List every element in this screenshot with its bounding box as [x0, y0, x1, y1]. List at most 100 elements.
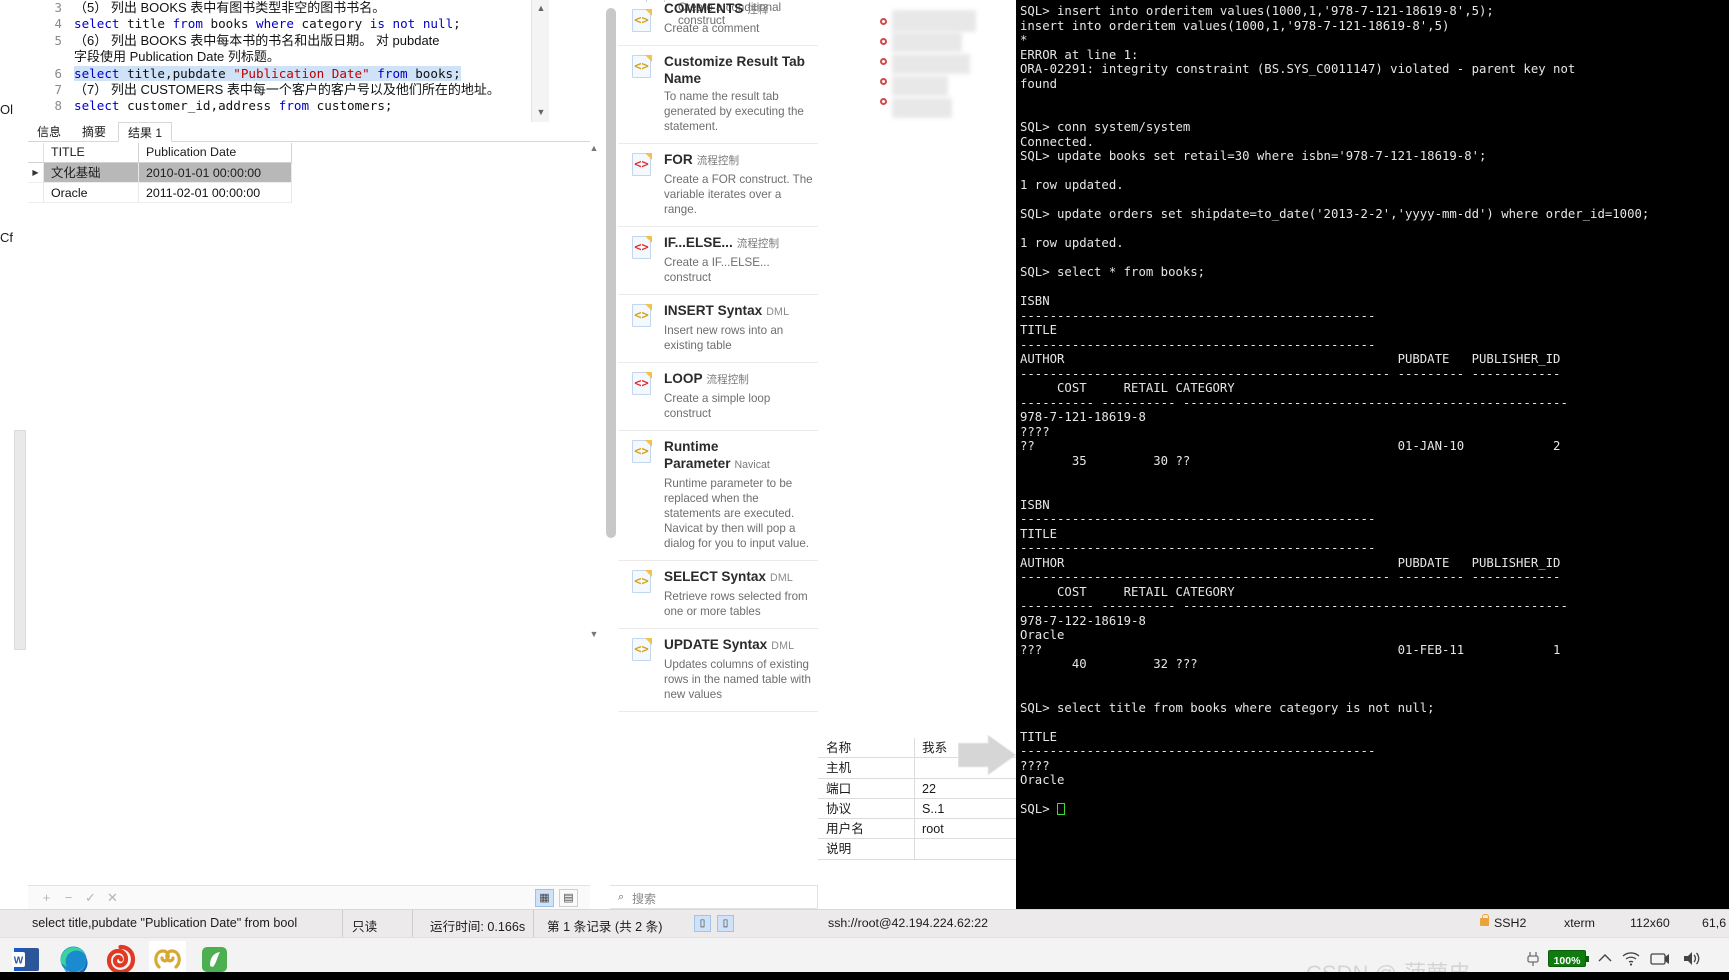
snippet-item[interactable]: <> LOOP 流程控制 Create a simple loop construct: [618, 363, 818, 431]
grid-view-button[interactable]: ▦: [535, 889, 554, 907]
tab-summary[interactable]: 摘要: [73, 122, 115, 142]
battery-indicator[interactable]: 100%: [1548, 950, 1589, 967]
terminal-output[interactable]: SQL> insert into orderitem values(1000,1…: [1016, 0, 1729, 817]
snippet-title: UPDATE Syntax DML: [664, 637, 795, 652]
connection-detail-key: 说明: [818, 839, 915, 859]
grid-header-row: TITLE Publication Date: [28, 143, 548, 163]
code-text[interactable]: （6） 列出 BOOKS 表中每本书的书名和出版日期。 对 pubdate: [74, 33, 440, 48]
code-line[interactable]: 4 select title from books where category …: [28, 16, 590, 32]
code-text[interactable]: select customer_id,address from customer…: [74, 98, 392, 113]
connection-detail-row[interactable]: 端口 22: [818, 778, 1016, 799]
wifi-icon[interactable]: [1621, 950, 1641, 967]
code-text[interactable]: select title from books where category i…: [74, 16, 461, 31]
snippet-tag: DML: [769, 572, 793, 584]
code-line[interactable]: 3 （5） 列出 BOOKS 表中有图书类型非空的图书书名。: [28, 0, 590, 16]
column-header-title[interactable]: TITLE: [44, 143, 139, 163]
connection-detail-value[interactable]: S..1: [915, 799, 1016, 818]
code-line[interactable]: 5 （6） 列出 BOOKS 表中每本书的书名和出版日期。 对 pubdate: [28, 33, 590, 49]
snippet-item[interactable]: <> UPDATE Syntax DML Updates columns of exi…: [618, 629, 818, 712]
code-text[interactable]: 字段使用 Publication Date 列标题。: [74, 49, 280, 64]
sql-editor[interactable]: 3 （5） 列出 BOOKS 表中有图书类型非空的图书书名。 4 select tit…: [28, 0, 590, 130]
confirm-record-button[interactable]: ✓: [82, 889, 99, 906]
connection-detail-row[interactable]: 用户名 root: [818, 819, 1016, 840]
grid-scroll-up-icon[interactable]: ▲: [586, 143, 602, 157]
snippet-item[interactable]: <> IF...ELSE... 流程控制 Create a IF...ELSE... …: [618, 227, 818, 295]
snippet-item[interactable]: <> Runtime Parameter Navicat Runtime parame…: [618, 431, 818, 561]
remove-record-button[interactable]: −: [60, 889, 77, 906]
code-line[interactable]: 8 select customer_id,address from custome…: [28, 98, 590, 114]
table-row[interactable]: ▶ 文化基础 2010-01-01 00:00:00: [28, 163, 548, 183]
line-number: 6: [54, 65, 62, 81]
ssh-terminal[interactable]: SQL> insert into orderitem values(1000,1…: [1016, 0, 1729, 910]
snippet-item[interactable]: <> FOR 流程控制 Create a FOR construct. The var…: [618, 144, 818, 227]
result-tabs[interactable]: 信息 摘要 结果 1: [28, 122, 590, 142]
connection-properties-panel: 名称 我系 主机 端口 22 协议 S..1 用户名 root 说明: [818, 0, 1016, 910]
code-text[interactable]: （5） 列出 BOOKS 表中有图书类型非空的图书书名。: [74, 0, 385, 15]
snippet-desc: Updates columns of existing rows in the …: [664, 658, 811, 701]
grid-scroll-down-icon[interactable]: ▼: [586, 629, 602, 643]
status-divider: [533, 910, 534, 938]
cell-title[interactable]: 文化基础: [44, 163, 139, 183]
snippet-desc: Insert new rows into an existing table: [664, 324, 784, 352]
grid-vertical-scrollbar[interactable]: ▲ ▼: [586, 143, 602, 643]
cancel-record-button[interactable]: ✕: [104, 889, 121, 906]
snippet-tag: DML: [771, 640, 795, 652]
connection-detail-value[interactable]: root: [915, 819, 1016, 838]
tab-result-1[interactable]: 结果 1: [118, 122, 173, 142]
search-input[interactable]: 搜索: [632, 890, 656, 907]
left-ghost-text-cf: Cf: [0, 230, 13, 245]
left-scroll-strip[interactable]: [14, 430, 26, 650]
form-view-button[interactable]: ▤: [559, 889, 578, 907]
result-grid-empty-area: [28, 203, 586, 883]
snippet-item[interactable]: <> Customize Result Tab Name To name the r…: [618, 46, 818, 144]
connection-detail-value[interactable]: 22: [915, 779, 1016, 798]
status-grid-view-icon[interactable]: ▯: [694, 915, 711, 932]
connection-detail-row[interactable]: 说明: [818, 839, 1016, 860]
snippet-desc: Retrieve rows selected from one or more …: [664, 590, 808, 618]
table-row[interactable]: Oracle 2011-02-01 00:00:00: [28, 183, 548, 203]
result-grid[interactable]: TITLE Publication Date ▶ 文化基础 2010-01-01…: [28, 143, 548, 203]
snippet-item[interactable]: <> SELECT Syntax DML Retrieve rows selected…: [618, 561, 818, 629]
code-text[interactable]: select title,pubdate "Publication Date" …: [74, 65, 461, 81]
terminal-cursor: [1057, 803, 1066, 816]
snippets-scrollbar-thumb[interactable]: [606, 8, 616, 538]
volume-icon[interactable]: [1682, 950, 1701, 967]
left-ghost-text-ol: Ol: [0, 102, 13, 117]
sql-editor-code[interactable]: 3 （5） 列出 BOOKS 表中有图书类型非空的图书书名。 4 select tit…: [28, 0, 590, 115]
bullet-icon: [880, 58, 887, 65]
bullet-icon: [880, 18, 887, 25]
snippet-item[interactable]: <> INSERT Syntax DML Insert new rows into a…: [618, 295, 818, 363]
cell-publication-date[interactable]: 2010-01-01 00:00:00: [139, 163, 292, 183]
snippets-list[interactable]: <> COMMENTS 注释 Create a comment <> Customize …: [618, 0, 818, 885]
snippet-tag: 注释: [747, 4, 769, 16]
snippet-search-box[interactable]: ⌕ 搜索: [610, 885, 818, 909]
navicat-status-bar: select title,pubdate "Publication Date" …: [0, 909, 818, 938]
code-line[interactable]: 7 （7） 列出 CUSTOMERS 表中每一个客户的客户号以及他们所在的地址。: [28, 82, 590, 98]
code-line[interactable]: 6 select title,pubdate "Publication Date"…: [28, 65, 590, 82]
cell-title[interactable]: Oracle: [44, 183, 139, 203]
snippet-tag: 流程控制: [706, 374, 749, 386]
input-method-icon[interactable]: [1649, 950, 1671, 967]
status-form-view-icon[interactable]: ▯: [717, 915, 734, 932]
scroll-up-icon[interactable]: ▲: [532, 0, 550, 16]
snippet-title: Runtime Parameter Navicat: [664, 439, 770, 471]
cursor-arrow-icon: [958, 735, 1016, 776]
snippet-item[interactable]: <> COMMENTS 注释 Create a comment: [618, 0, 818, 46]
connection-detail-key: 端口: [818, 778, 915, 798]
code-line[interactable]: 字段使用 Publication Date 列标题。: [28, 49, 590, 65]
connection-detail-value[interactable]: [915, 839, 1016, 858]
column-header-publication-date[interactable]: Publication Date: [139, 143, 292, 163]
connection-detail-row[interactable]: 协议 S..1: [818, 798, 1016, 820]
desktop-screen: Ol Cf 3 （5） 列出 BOOKS 表中有图书类型非空的图书书名。 4 sele…: [0, 0, 1729, 980]
tab-info[interactable]: 信息: [28, 122, 70, 142]
scroll-down-icon[interactable]: ▼: [532, 104, 550, 120]
code-snippet-icon: <>: [632, 440, 652, 464]
editor-vertical-scrollbar[interactable]: ▲ ▼: [531, 0, 549, 122]
chevron-up-icon[interactable]: [1596, 950, 1614, 967]
status-record-info: 第 1 条记录 (共 2 条): [547, 920, 663, 934]
snippets-scrollbar[interactable]: [604, 0, 618, 885]
search-icon: ⌕: [618, 891, 625, 903]
cell-publication-date[interactable]: 2011-02-01 00:00:00: [139, 183, 292, 203]
add-record-button[interactable]: +: [38, 889, 55, 906]
code-text[interactable]: （7） 列出 CUSTOMERS 表中每一个客户的客户号以及他们所在的地址。: [74, 82, 500, 97]
